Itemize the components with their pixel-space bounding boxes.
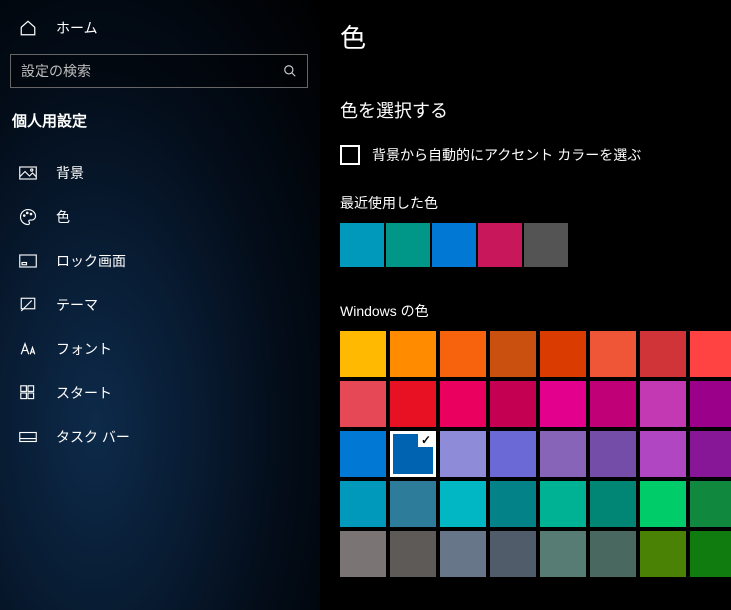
- windows-color-swatch[interactable]: [540, 431, 586, 477]
- windows-color-swatch[interactable]: [590, 531, 636, 577]
- windows-color-swatch[interactable]: [640, 481, 686, 527]
- search-input[interactable]: [21, 63, 283, 79]
- auto-accent-label: 背景から自動的にアクセント カラーを選ぶ: [372, 145, 641, 165]
- windows-color-swatch[interactable]: [640, 381, 686, 427]
- sidebar: ホーム 個人用設定 背景 色 ロック画面 テーマ: [0, 0, 320, 610]
- auto-accent-checkbox-row[interactable]: 背景から自動的にアクセント カラーを選ぶ: [340, 145, 731, 165]
- search-box[interactable]: [10, 54, 308, 88]
- sidebar-item-label: テーマ: [56, 295, 98, 315]
- windows-color-swatch[interactable]: [390, 481, 436, 527]
- windows-color-swatch[interactable]: [440, 431, 486, 477]
- section-title: 色を選択する: [340, 97, 731, 123]
- windows-color-swatch[interactable]: [640, 331, 686, 377]
- font-icon: [18, 341, 38, 357]
- sidebar-item-start[interactable]: スタート: [0, 371, 320, 415]
- picture-icon: [18, 166, 38, 180]
- sidebar-item-lockscreen[interactable]: ロック画面: [0, 239, 320, 283]
- windows-color-swatch[interactable]: [340, 531, 386, 577]
- home-icon: [18, 19, 38, 37]
- recent-color-swatch[interactable]: [432, 223, 476, 267]
- windows-color-swatch[interactable]: ✓: [390, 431, 436, 477]
- recent-color-swatch[interactable]: [386, 223, 430, 267]
- search-icon: [283, 64, 297, 78]
- windows-color-swatch[interactable]: [690, 331, 731, 377]
- windows-color-swatch[interactable]: [390, 331, 436, 377]
- windows-color-swatch[interactable]: [390, 381, 436, 427]
- sidebar-item-background[interactable]: 背景: [0, 151, 320, 195]
- palette-icon: [18, 208, 38, 226]
- windows-color-swatch[interactable]: [540, 381, 586, 427]
- sidebar-item-fonts[interactable]: フォント: [0, 327, 320, 371]
- windows-color-swatch[interactable]: [490, 531, 536, 577]
- sidebar-item-taskbar[interactable]: タスク バー: [0, 415, 320, 459]
- windows-color-swatch[interactable]: [490, 481, 536, 527]
- windows-color-swatch[interactable]: [490, 381, 536, 427]
- search-container: [0, 44, 320, 106]
- recent-colors-row: [340, 223, 731, 267]
- recent-colors-heading: 最近使用した色: [340, 193, 731, 213]
- windows-color-swatch[interactable]: [640, 431, 686, 477]
- recent-color-swatch[interactable]: [524, 223, 568, 267]
- windows-color-swatch[interactable]: [540, 481, 586, 527]
- check-icon: ✓: [418, 433, 434, 447]
- windows-color-swatch[interactable]: [340, 331, 386, 377]
- checkbox-icon: [340, 145, 360, 165]
- windows-color-swatch[interactable]: [440, 481, 486, 527]
- sidebar-item-label: タスク バー: [56, 427, 130, 447]
- windows-color-swatch[interactable]: [540, 331, 586, 377]
- start-icon: [18, 385, 38, 401]
- sidebar-item-themes[interactable]: テーマ: [0, 283, 320, 327]
- taskbar-icon: [18, 431, 38, 443]
- sidebar-item-label: ロック画面: [56, 251, 126, 271]
- windows-color-swatch[interactable]: [390, 531, 436, 577]
- windows-color-swatch[interactable]: [690, 431, 731, 477]
- windows-colors-heading: Windows の色: [340, 301, 731, 321]
- sidebar-item-label: フォント: [56, 339, 112, 359]
- theme-icon: [18, 296, 38, 314]
- windows-color-swatch[interactable]: [540, 531, 586, 577]
- windows-color-swatch[interactable]: [590, 481, 636, 527]
- windows-color-swatch[interactable]: [440, 381, 486, 427]
- sidebar-item-label: 色: [56, 207, 70, 227]
- category-title: 個人用設定: [0, 106, 320, 151]
- windows-color-swatch[interactable]: [490, 331, 536, 377]
- lockscreen-icon: [18, 254, 38, 268]
- windows-color-swatch[interactable]: [340, 431, 386, 477]
- windows-color-swatch[interactable]: [590, 381, 636, 427]
- windows-colors-grid: ✓: [340, 331, 731, 577]
- windows-color-swatch[interactable]: [440, 531, 486, 577]
- windows-color-swatch[interactable]: [340, 381, 386, 427]
- home-link[interactable]: ホーム: [0, 12, 320, 44]
- main-content: 色 色を選択する 背景から自動的にアクセント カラーを選ぶ 最近使用した色 Wi…: [320, 0, 731, 610]
- windows-color-swatch[interactable]: [640, 531, 686, 577]
- windows-color-swatch[interactable]: [690, 531, 731, 577]
- windows-color-swatch[interactable]: [690, 481, 731, 527]
- windows-color-swatch[interactable]: [590, 431, 636, 477]
- windows-color-swatch[interactable]: [490, 431, 536, 477]
- sidebar-item-colors[interactable]: 色: [0, 195, 320, 239]
- page-title: 色: [340, 18, 731, 55]
- home-label: ホーム: [56, 18, 98, 38]
- windows-color-swatch[interactable]: [590, 331, 636, 377]
- recent-color-swatch[interactable]: [478, 223, 522, 267]
- sidebar-item-label: スタート: [56, 383, 112, 403]
- windows-color-swatch[interactable]: [690, 381, 731, 427]
- windows-color-swatch[interactable]: [440, 331, 486, 377]
- recent-color-swatch[interactable]: [340, 223, 384, 267]
- windows-color-swatch[interactable]: [340, 481, 386, 527]
- sidebar-item-label: 背景: [56, 163, 84, 183]
